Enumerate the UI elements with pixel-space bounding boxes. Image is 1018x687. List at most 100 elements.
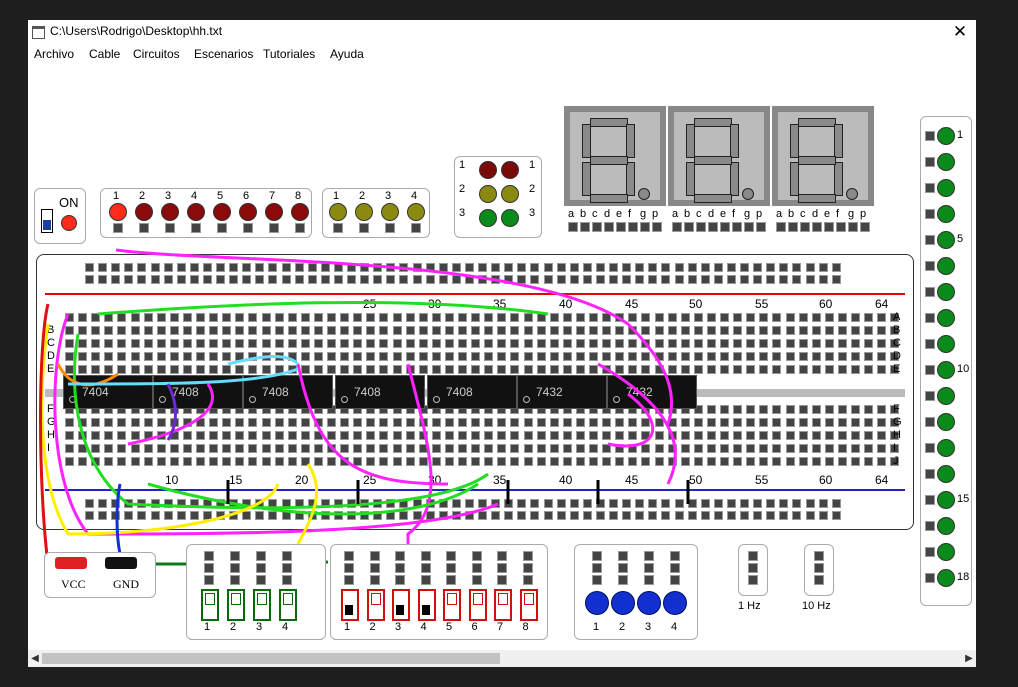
breadboard-hole[interactable] bbox=[327, 365, 336, 374]
breadboard-hole[interactable] bbox=[556, 511, 566, 520]
breadboard-hole[interactable] bbox=[405, 444, 415, 453]
breadboard-hole[interactable] bbox=[300, 326, 310, 335]
breadboard-hole[interactable] bbox=[91, 457, 101, 466]
breadboard-hole[interactable] bbox=[811, 313, 821, 322]
breadboard-hole[interactable] bbox=[130, 418, 140, 427]
breadboard-hole[interactable] bbox=[523, 313, 533, 322]
segment-pin[interactable] bbox=[684, 222, 694, 232]
breadboard-hole[interactable] bbox=[478, 499, 487, 508]
breadboard-hole[interactable] bbox=[772, 457, 782, 466]
breadboard-hole[interactable] bbox=[65, 365, 74, 374]
breadboard-hole[interactable] bbox=[536, 326, 546, 335]
led-pin[interactable] bbox=[243, 223, 253, 233]
breadboard-hole[interactable] bbox=[117, 339, 127, 348]
breadboard-hole[interactable] bbox=[720, 313, 729, 322]
breadboard-hole[interactable] bbox=[582, 511, 592, 520]
breadboard-hole[interactable] bbox=[798, 457, 808, 466]
breadboard-hole[interactable] bbox=[654, 339, 664, 348]
breadboard-hole[interactable] bbox=[235, 457, 245, 466]
led-pin[interactable] bbox=[191, 223, 201, 233]
breadboard-hole[interactable] bbox=[523, 457, 533, 466]
breadboard-hole[interactable] bbox=[536, 444, 546, 453]
breadboard-hole[interactable] bbox=[202, 263, 212, 272]
breadboard-hole[interactable] bbox=[287, 339, 297, 348]
breadboard-hole[interactable] bbox=[150, 499, 160, 508]
breadboard-hole[interactable] bbox=[700, 499, 710, 508]
breadboard-hole[interactable] bbox=[497, 352, 507, 361]
breadboard-hole[interactable] bbox=[235, 339, 245, 348]
breadboard-hole[interactable] bbox=[392, 418, 402, 427]
switch-pin[interactable] bbox=[204, 575, 214, 585]
breadboard[interactable]: 25 30 35 40 45 50 55 60 64 10 15 20 25 30 35 40 45 50 55 60… bbox=[36, 254, 914, 530]
breadboard-hole[interactable] bbox=[818, 511, 828, 520]
breadboard-hole[interactable] bbox=[425, 511, 435, 520]
breadboard-hole[interactable] bbox=[831, 275, 841, 284]
breadboard-hole[interactable] bbox=[150, 511, 160, 520]
breadboard-hole[interactable] bbox=[602, 457, 612, 466]
breadboard-hole[interactable] bbox=[360, 275, 370, 284]
breadboard-hole[interactable] bbox=[641, 457, 651, 466]
segment-pin[interactable] bbox=[744, 222, 754, 232]
breadboard-hole[interactable] bbox=[431, 352, 441, 361]
breadboard-hole[interactable] bbox=[491, 275, 501, 284]
breadboard-hole[interactable] bbox=[851, 418, 860, 427]
breadboard-hole[interactable] bbox=[609, 263, 618, 272]
breadboard-hole[interactable] bbox=[209, 313, 219, 322]
breadboard-hole[interactable] bbox=[327, 457, 336, 466]
breadboard-hole[interactable] bbox=[831, 263, 841, 272]
breadboard-hole[interactable] bbox=[654, 313, 664, 322]
push-button[interactable] bbox=[663, 591, 687, 615]
button-pin[interactable] bbox=[644, 563, 654, 573]
breadboard-hole[interactable] bbox=[444, 444, 454, 453]
breadboard-hole[interactable] bbox=[176, 275, 186, 284]
breadboard-hole[interactable] bbox=[877, 365, 887, 374]
breadboard-hole[interactable] bbox=[733, 365, 743, 374]
breadboard-hole[interactable] bbox=[530, 263, 540, 272]
breadboard-hole[interactable] bbox=[504, 511, 514, 520]
breadboard-hole[interactable] bbox=[772, 365, 782, 374]
gnd-terminal[interactable] bbox=[105, 557, 137, 569]
breadboard-hole[interactable] bbox=[779, 263, 789, 272]
breadboard-hole[interactable] bbox=[733, 431, 743, 440]
breadboard-hole[interactable] bbox=[733, 352, 743, 361]
breadboard-hole[interactable] bbox=[300, 352, 310, 361]
breadboard-hole[interactable] bbox=[91, 365, 101, 374]
breadboard-hole[interactable] bbox=[340, 352, 350, 361]
segment-pin[interactable] bbox=[568, 222, 578, 232]
breadboard-hole[interactable] bbox=[169, 352, 179, 361]
breadboard-hole[interactable] bbox=[216, 511, 225, 520]
breadboard-hole[interactable] bbox=[366, 444, 376, 453]
breadboard-hole[interactable] bbox=[733, 457, 743, 466]
breadboard-hole[interactable] bbox=[340, 444, 350, 453]
breadboard-hole[interactable] bbox=[759, 326, 769, 335]
breadboard-hole[interactable] bbox=[261, 326, 271, 335]
breadboard-hole[interactable] bbox=[746, 365, 756, 374]
breadboard-hole[interactable] bbox=[320, 499, 330, 508]
breadboard-hole[interactable] bbox=[261, 457, 271, 466]
breadboard-hole[interactable] bbox=[864, 313, 874, 322]
breadboard-hole[interactable] bbox=[635, 263, 645, 272]
breadboard-hole[interactable] bbox=[98, 263, 108, 272]
breadboard-hole[interactable] bbox=[438, 263, 448, 272]
breadboard-hole[interactable] bbox=[65, 352, 74, 361]
switch-pin[interactable] bbox=[522, 551, 533, 561]
breadboard-hole[interactable] bbox=[785, 444, 795, 453]
led-pin[interactable] bbox=[295, 223, 305, 233]
breadboard-hole[interactable] bbox=[268, 275, 278, 284]
breadboard-hole[interactable] bbox=[759, 339, 769, 348]
breadboard-hole[interactable] bbox=[648, 511, 658, 520]
breadboard-hole[interactable] bbox=[313, 431, 323, 440]
breadboard-hole[interactable] bbox=[143, 352, 153, 361]
breadboard-hole[interactable] bbox=[674, 511, 684, 520]
breadboard-hole[interactable] bbox=[824, 431, 834, 440]
breadboard-hole[interactable] bbox=[851, 365, 860, 374]
breadboard-hole[interactable] bbox=[713, 511, 723, 520]
button-pin[interactable] bbox=[644, 551, 654, 561]
breadboard-hole[interactable] bbox=[124, 275, 134, 284]
button-pin[interactable] bbox=[618, 563, 628, 573]
switch-pin[interactable] bbox=[420, 551, 431, 561]
breadboard-hole[interactable] bbox=[444, 418, 454, 427]
breadboard-hole[interactable] bbox=[674, 275, 684, 284]
breadboard-hole[interactable] bbox=[864, 405, 874, 414]
breadboard-hole[interactable] bbox=[720, 418, 729, 427]
